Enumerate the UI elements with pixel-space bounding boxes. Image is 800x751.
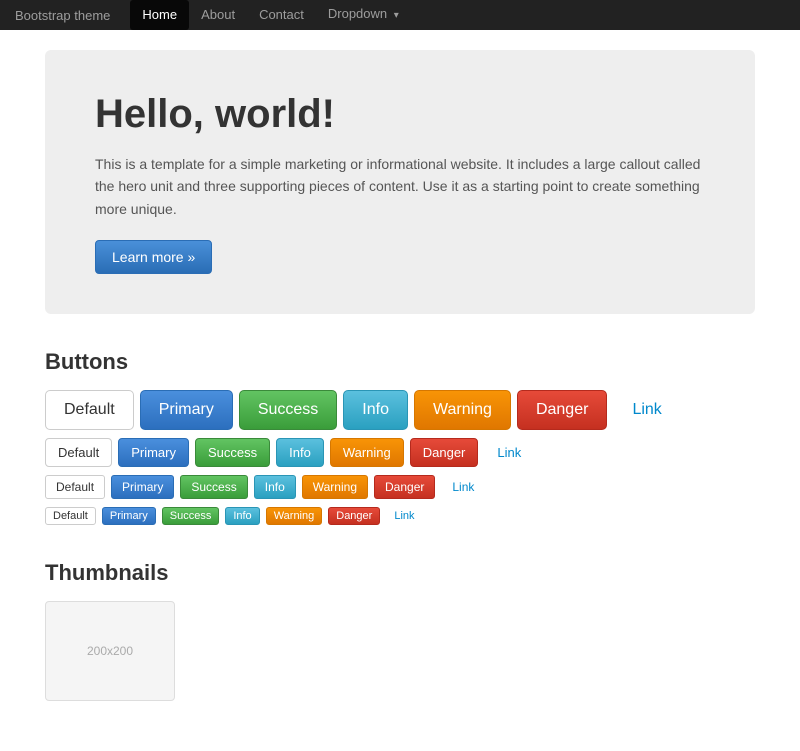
btn-default-sm[interactable]: Default bbox=[45, 475, 105, 499]
btn-danger-lg[interactable]: Danger bbox=[517, 390, 607, 430]
hero-unit: Hello, world! This is a template for a s… bbox=[45, 50, 755, 314]
btn-success-sm[interactable]: Success bbox=[180, 475, 247, 499]
btn-danger-xs[interactable]: Danger bbox=[328, 507, 380, 525]
btn-link-xs[interactable]: Link bbox=[386, 507, 422, 525]
nav-link-contact[interactable]: Contact bbox=[247, 0, 316, 30]
navbar-brand[interactable]: Bootstrap theme bbox=[15, 8, 110, 23]
btn-link-sm[interactable]: Link bbox=[441, 475, 485, 499]
btn-success-md[interactable]: Success bbox=[195, 438, 270, 467]
btn-success-xs[interactable]: Success bbox=[162, 507, 220, 525]
btn-primary-lg[interactable]: Primary bbox=[140, 390, 233, 430]
navbar-nav: Home About Contact Dropdown ▾ bbox=[130, 0, 410, 31]
btn-info-lg[interactable]: Info bbox=[343, 390, 408, 430]
btn-link-md[interactable]: Link bbox=[484, 438, 534, 467]
hero-title: Hello, world! bbox=[95, 90, 705, 138]
button-row-small: Default Primary Success Info Warning Dan… bbox=[45, 475, 755, 499]
hero-description: This is a template for a simple marketin… bbox=[95, 153, 705, 220]
nav-item-contact[interactable]: Contact bbox=[247, 0, 316, 30]
btn-warning-sm[interactable]: Warning bbox=[302, 475, 368, 499]
btn-default-xs[interactable]: Default bbox=[45, 507, 96, 525]
btn-warning-md[interactable]: Warning bbox=[330, 438, 404, 467]
thumbnail-item[interactable]: 200x200 bbox=[45, 601, 175, 701]
btn-default-lg[interactable]: Default bbox=[45, 390, 134, 430]
nav-item-about[interactable]: About bbox=[189, 0, 247, 30]
thumbnail-label: 200x200 bbox=[87, 644, 133, 658]
buttons-section: Buttons Default Primary Success Info War… bbox=[45, 344, 755, 525]
btn-primary-xs[interactable]: Primary bbox=[102, 507, 156, 525]
btn-danger-sm[interactable]: Danger bbox=[374, 475, 435, 499]
btn-info-md[interactable]: Info bbox=[276, 438, 324, 467]
btn-primary-sm[interactable]: Primary bbox=[111, 475, 174, 499]
button-row-xsmall: Default Primary Success Info Warning Dan… bbox=[45, 507, 755, 525]
button-row-medium: Default Primary Success Info Warning Dan… bbox=[45, 438, 755, 467]
main-content: Hello, world! This is a template for a s… bbox=[30, 30, 770, 751]
nav-item-home[interactable]: Home bbox=[130, 0, 189, 30]
nav-link-home[interactable]: Home bbox=[130, 0, 189, 30]
nav-link-dropdown[interactable]: Dropdown ▾ bbox=[316, 0, 411, 31]
thumbnails-section-title: Thumbnails bbox=[45, 555, 755, 586]
button-row-large: Default Primary Success Info Warning Dan… bbox=[45, 390, 755, 430]
buttons-section-title: Buttons bbox=[45, 344, 755, 375]
nav-link-about[interactable]: About bbox=[189, 0, 247, 30]
btn-default-md[interactable]: Default bbox=[45, 438, 112, 467]
chevron-down-icon: ▾ bbox=[394, 10, 399, 21]
btn-info-sm[interactable]: Info bbox=[254, 475, 296, 499]
btn-warning-lg[interactable]: Warning bbox=[414, 390, 511, 430]
btn-warning-xs[interactable]: Warning bbox=[266, 507, 323, 525]
learn-more-button[interactable]: Learn more » bbox=[95, 240, 212, 274]
thumbnails-section: Thumbnails 200x200 bbox=[45, 555, 755, 701]
navbar: Bootstrap theme Home About Contact Dropd… bbox=[0, 0, 800, 30]
btn-info-xs[interactable]: Info bbox=[225, 507, 259, 525]
btn-link-lg[interactable]: Link bbox=[613, 390, 680, 430]
btn-primary-md[interactable]: Primary bbox=[118, 438, 189, 467]
nav-item-dropdown[interactable]: Dropdown ▾ bbox=[316, 0, 411, 31]
btn-danger-md[interactable]: Danger bbox=[410, 438, 479, 467]
btn-success-lg[interactable]: Success bbox=[239, 390, 337, 430]
